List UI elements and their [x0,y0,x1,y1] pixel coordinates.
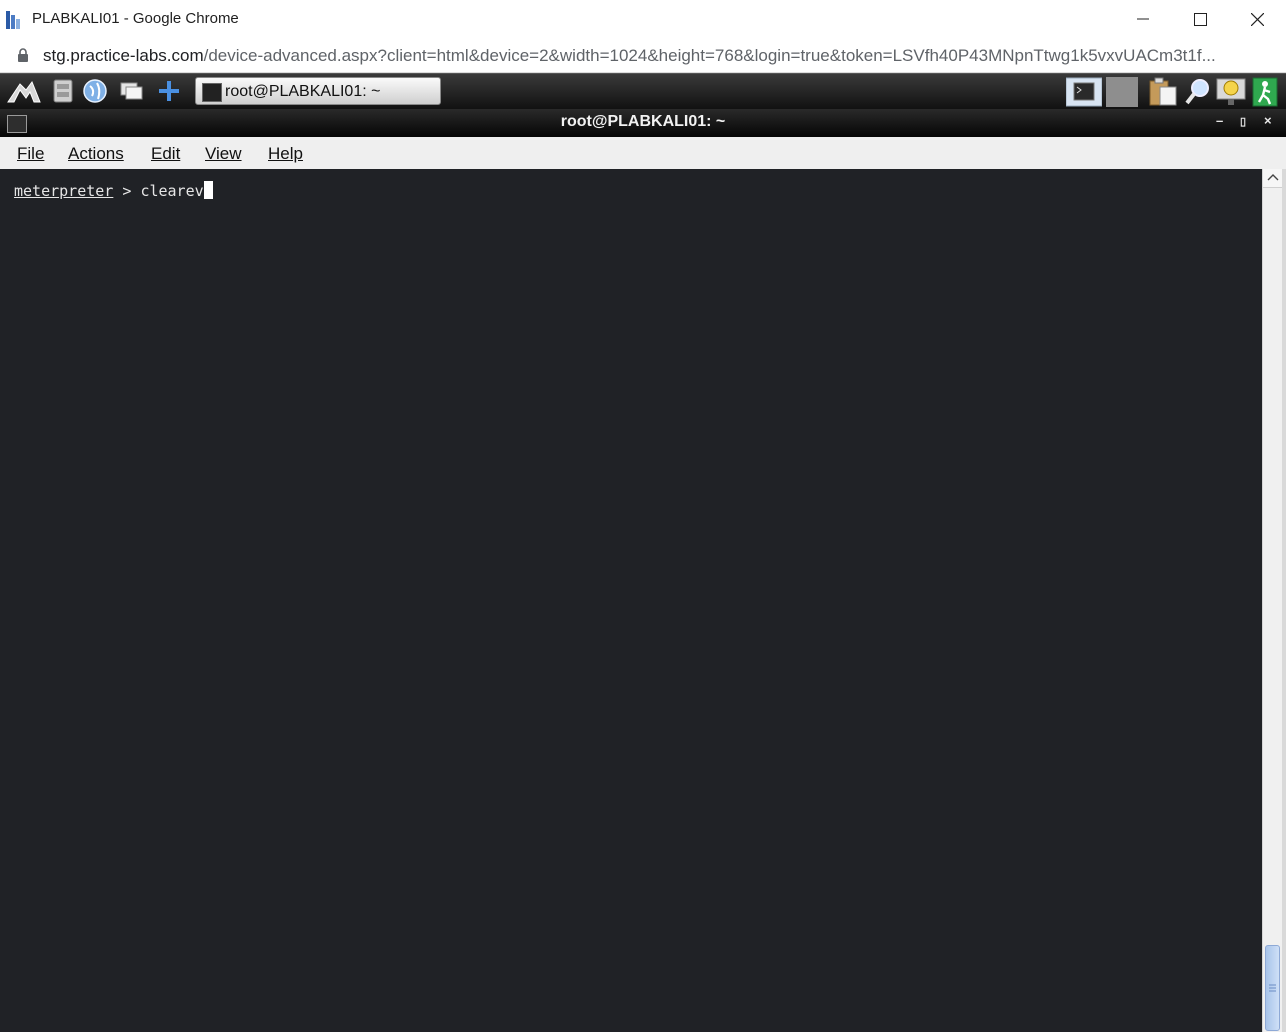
command-text: clearev [140,182,204,200]
menu-help[interactable]: Help [268,144,303,164]
add-icon[interactable] [156,78,182,104]
prompt-symbol: > [113,182,141,200]
terminal-title-bar: root@PLABKALI01: ~ – ▯ × [0,109,1286,137]
kali-dragon-icon[interactable] [6,78,42,104]
prompt-word: meterpreter [14,182,114,200]
search-icon[interactable] [1184,77,1212,107]
maximize-button[interactable] [1172,0,1228,38]
globe-icon[interactable] [82,78,108,104]
terminal-output[interactable]: meterpreter > clearev [0,169,1262,1032]
grip-icon [1269,984,1276,992]
close-button[interactable] [1229,0,1285,38]
address-bar[interactable]: stg.practice-labs.com/device-advanced.as… [0,38,1286,73]
task-button-terminal[interactable]: root@PLABKALI01: ~ [195,77,441,105]
url-host: stg.practice-labs.com [43,46,204,65]
text-cursor [203,181,213,199]
terminal-minimize-button[interactable]: – [1216,113,1223,128]
lightbulb-icon[interactable] [1216,77,1246,107]
clipboard-icon[interactable] [1146,77,1180,107]
minimize-button[interactable] [1115,0,1171,38]
blank-tile-icon[interactable] [1106,77,1138,107]
window-title: PLABKALI01 - Google Chrome [32,10,239,27]
terminal-close-button[interactable]: × [1264,113,1272,128]
practice-labs-icon [6,11,20,29]
menu-view[interactable]: View [205,144,242,164]
terminal-menu-bar: File Actions Edit View Help [0,137,1286,170]
chevron-up-icon [1267,174,1279,181]
file-cabinet-icon[interactable] [50,78,76,104]
scroll-up-button[interactable] [1263,169,1283,188]
task-button-label: root@PLABKALI01: ~ [225,83,381,100]
terminal-icon[interactable] [1066,77,1102,107]
command-line: meterpreter > clearev [14,181,213,200]
exit-icon[interactable] [1252,77,1278,107]
terminal-scrollbar[interactable] [1262,169,1283,1032]
close-icon [1250,12,1264,26]
menu-edit[interactable]: Edit [151,144,180,164]
remote-taskbar: root@PLABKALI01: ~ [0,73,1286,110]
menu-file[interactable]: File [17,144,44,164]
browser-title-bar: PLABKALI01 - Google Chrome [0,0,1286,38]
minimize-icon [1137,18,1149,20]
url-text[interactable]: stg.practice-labs.com/device-advanced.as… [43,46,1273,66]
lock-icon [18,48,28,62]
window-border [1282,169,1286,1032]
maximize-icon [1193,12,1207,26]
windows-icon[interactable] [118,78,144,104]
url-path: /device-advanced.aspx?client=html&device… [203,46,1216,65]
menu-actions[interactable]: Actions [68,144,124,164]
scroll-thumb[interactable] [1265,945,1280,1031]
terminal-maximize-button[interactable]: ▯ [1240,115,1246,128]
terminal-icon [202,83,222,102]
terminal-window-title: root@PLABKALI01: ~ [560,113,726,130]
